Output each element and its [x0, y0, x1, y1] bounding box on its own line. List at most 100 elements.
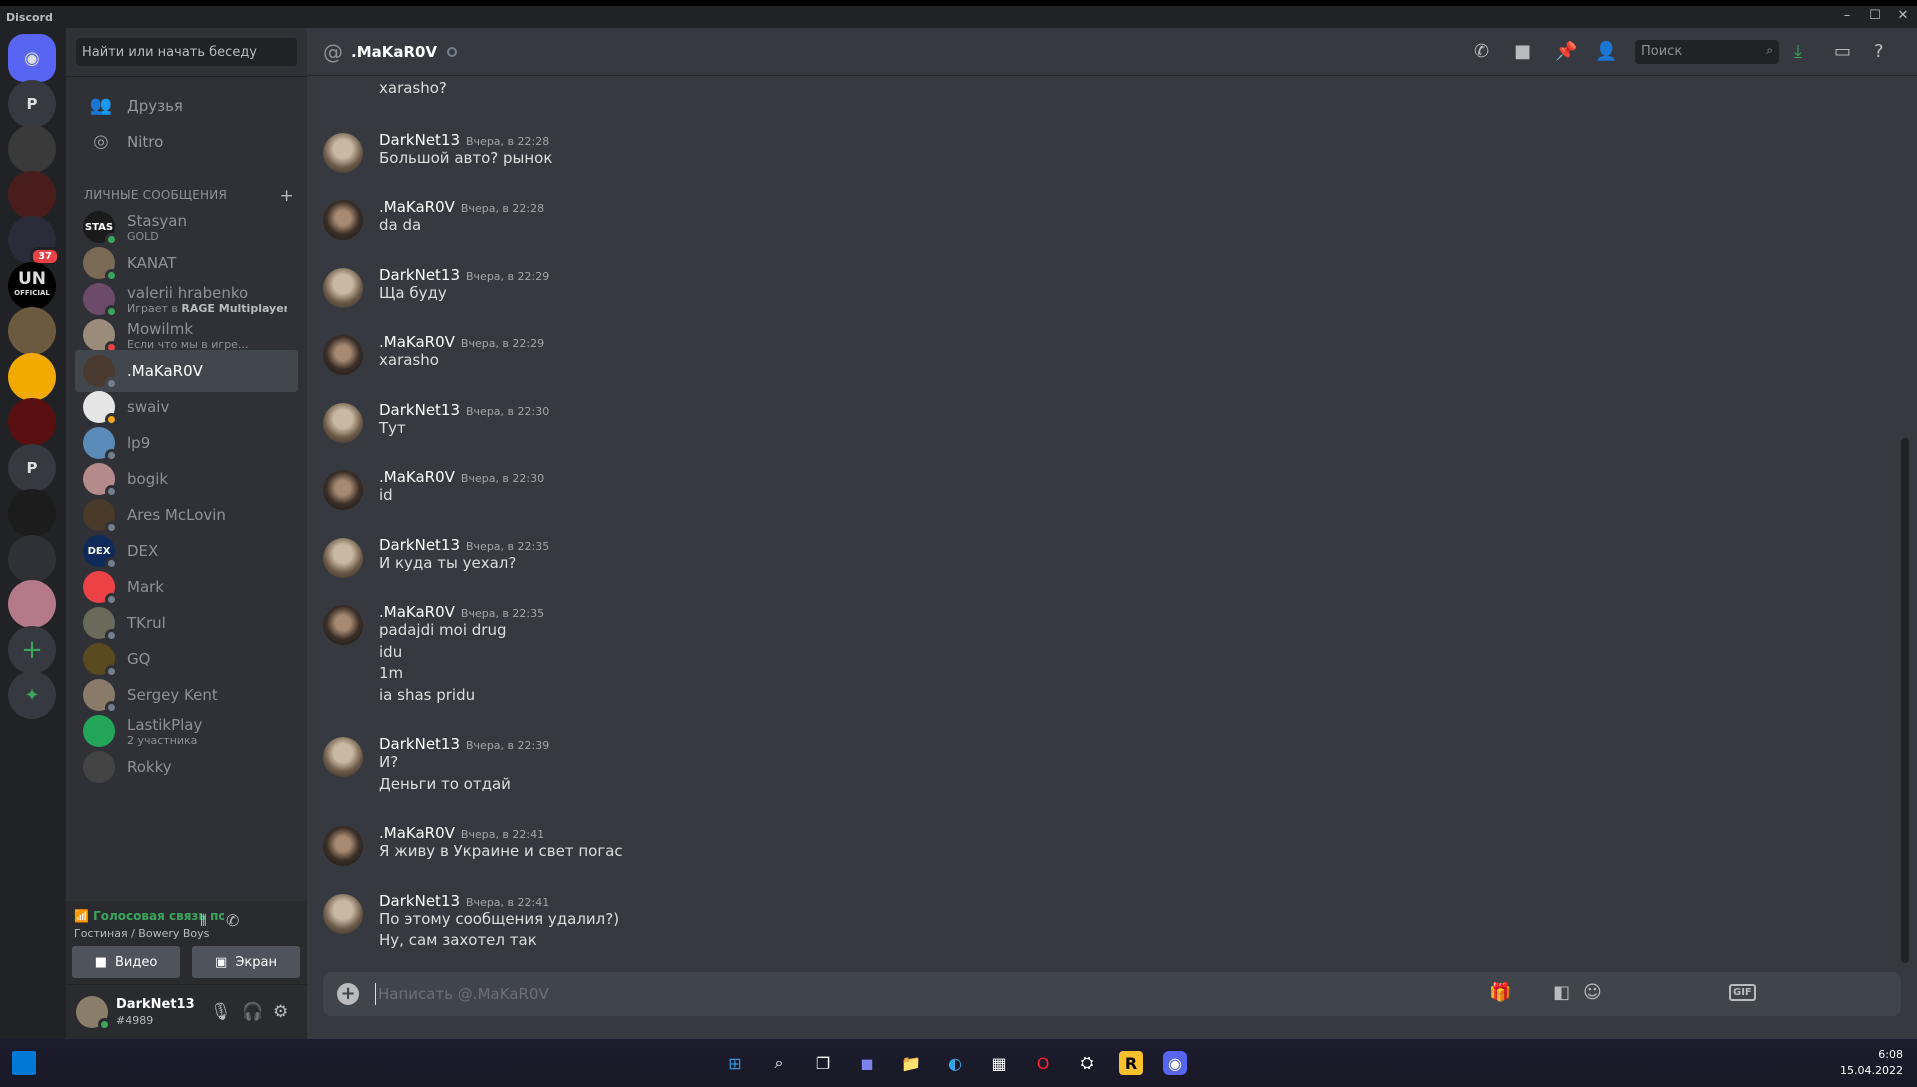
server-icon[interactable] — [8, 489, 56, 537]
server-icon[interactable]: P — [8, 79, 56, 128]
at-icon: @ — [323, 39, 343, 64]
discord-icon[interactable]: ◉ — [1163, 1051, 1187, 1075]
dm-search-input[interactable]: Найти или начать беседу — [76, 38, 297, 66]
message-author[interactable]: DarkNet13 — [379, 892, 460, 910]
add-friend-icon[interactable]: 👤 — [1595, 41, 1617, 62]
dm-name: Rokky — [127, 758, 172, 776]
headphones-icon[interactable]: 🎧 — [242, 1002, 263, 1022]
app-name: Discord — [6, 10, 53, 24]
avatar[interactable] — [323, 893, 363, 934]
dm-item[interactable]: Rokky — [75, 746, 298, 788]
message-author[interactable]: .MaKaR0V — [379, 333, 455, 351]
server-icon[interactable]: UN OFFICIAL — [8, 261, 56, 310]
message-author[interactable]: DarkNet13 — [379, 266, 460, 284]
message-author[interactable]: .MaKaR0V — [379, 468, 455, 486]
create-dm-icon[interactable]: + — [280, 186, 294, 206]
voice-channel[interactable]: Гостиная / Bowery Boys — [74, 927, 209, 940]
dm-subtext: Если что мы в игре... — [127, 337, 249, 351]
avatar — [83, 355, 118, 390]
avatar[interactable] — [323, 470, 363, 510]
add-server-icon[interactable]: + — [8, 625, 56, 674]
server-icon[interactable] — [8, 307, 56, 355]
close-icon[interactable]: ✕ — [1895, 8, 1911, 24]
noise-suppression-icon[interactable]: ⫴ — [200, 911, 207, 931]
message-author[interactable]: DarkNet13 — [379, 401, 460, 419]
server-icon[interactable]: P — [8, 443, 56, 492]
video-button[interactable]: ■ Видео — [72, 946, 180, 978]
server-icon[interactable] — [8, 534, 56, 583]
disconnect-icon[interactable]: ✆ — [226, 911, 239, 930]
title-bar: Discord – ☐ ✕ — [0, 0, 1917, 28]
upload-plus-icon[interactable]: + — [337, 983, 359, 1005]
avatar[interactable] — [323, 200, 363, 240]
avatar[interactable] — [323, 826, 363, 866]
server-icon[interactable]: 37 — [8, 216, 60, 266]
gift-icon[interactable]: 🎁 — [1489, 982, 1511, 1003]
message-author[interactable]: DarkNet13 — [379, 536, 460, 554]
opera-icon[interactable]: O — [1031, 1051, 1055, 1075]
task-view-icon[interactable]: ❐ — [811, 1051, 835, 1075]
server-icon[interactable] — [8, 125, 56, 173]
sticker-icon[interactable]: ◧ — [1553, 982, 1570, 1003]
pin-icon[interactable]: 📌 — [1555, 41, 1577, 62]
message-timestamp: Вчера, в 22:29 — [466, 269, 550, 283]
message-header: .MaKaR0V Вчера, в 22:41 — [379, 824, 544, 842]
message-content: И куда ты уехал? — [379, 553, 517, 572]
message-input[interactable] — [375, 983, 1675, 1005]
avatar[interactable] — [323, 737, 363, 777]
screen-share-button[interactable]: ▣ Экран — [192, 946, 300, 978]
compass-icon[interactable]: ✦ — [8, 671, 56, 719]
microphone-icon[interactable]: 🎙 — [210, 1002, 232, 1022]
dm-name: swaiv — [127, 398, 170, 416]
search-input[interactable]: Поиск ⌕ — [1635, 40, 1779, 64]
avatar[interactable] — [323, 335, 363, 375]
download-icon[interactable]: ⤓ — [1794, 41, 1802, 62]
video-call-icon[interactable]: ■ — [1514, 41, 1531, 62]
avatar[interactable] — [323, 267, 363, 308]
maximize-icon[interactable]: ☐ — [1867, 8, 1883, 24]
home-icon[interactable]: ◉ — [8, 34, 56, 82]
chat-header: @ .MaKaR0V ✆ ■ 📌 👤 Поиск ⌕ ⤓ ▭ ? — [307, 28, 1917, 76]
message-header: DarkNet13 Вчера, в 22:30 — [379, 401, 549, 419]
edge-icon[interactable]: ◐ — [943, 1051, 967, 1075]
message-author[interactable]: .MaKaR0V — [379, 603, 455, 621]
avatar[interactable] — [76, 996, 111, 1031]
store-icon[interactable]: ▦ — [987, 1051, 1011, 1075]
message-list: xarasho? DarkNet13 Вчера, в 22:28 Большой а… — [307, 77, 1897, 977]
scrollbar[interactable] — [1901, 438, 1909, 963]
voice-call-icon[interactable]: ✆ — [1474, 41, 1489, 62]
start-icon[interactable]: ⊞ — [723, 1051, 747, 1075]
chat-icon[interactable]: ◼ — [855, 1051, 879, 1075]
message-content: padajdi moi drug — [379, 621, 507, 639]
avatar[interactable] — [323, 605, 363, 645]
steam-icon[interactable]: ⛭ — [1075, 1051, 1099, 1075]
message-timestamp: Вчера, в 22:41 — [466, 895, 550, 909]
avatar[interactable] — [323, 132, 363, 173]
server-icon[interactable] — [8, 398, 56, 446]
gif-button[interactable]: GIF — [1729, 984, 1756, 1001]
nav-nitro[interactable]: ◎ Nitro — [75, 121, 298, 163]
message-author[interactable]: .MaKaR0V — [379, 198, 455, 216]
emoji-icon[interactable]: ☺ — [1583, 982, 1602, 1003]
server-icon[interactable] — [8, 170, 56, 219]
search-icon[interactable]: ⌕ — [767, 1051, 791, 1075]
video-label: Видео — [114, 954, 158, 970]
rockstar-icon[interactable]: R — [1119, 1051, 1143, 1075]
nav-nitro-label: Nitro — [127, 133, 164, 151]
gear-icon[interactable]: ⚙ — [273, 1002, 288, 1022]
message-author[interactable]: .MaKaR0V — [379, 824, 455, 842]
avatar[interactable] — [323, 537, 363, 578]
minimize-icon[interactable]: – — [1839, 8, 1855, 24]
help-icon[interactable]: ? — [1874, 41, 1884, 62]
file-explorer-icon[interactable]: 📁 — [899, 1051, 923, 1075]
message-author[interactable]: DarkNet13 — [379, 131, 460, 149]
widgets-icon[interactable] — [12, 1051, 36, 1075]
clock[interactable]: 6:08 15.04.2022 — [1840, 1047, 1903, 1079]
dm-name: Stasyan — [127, 211, 187, 230]
inbox-icon[interactable]: ▭ — [1834, 41, 1851, 62]
avatar[interactable] — [323, 402, 363, 443]
message-author[interactable]: DarkNet13 — [379, 735, 460, 753]
avatar — [83, 607, 118, 642]
server-icon[interactable] — [8, 352, 56, 401]
server-icon[interactable] — [8, 580, 56, 628]
